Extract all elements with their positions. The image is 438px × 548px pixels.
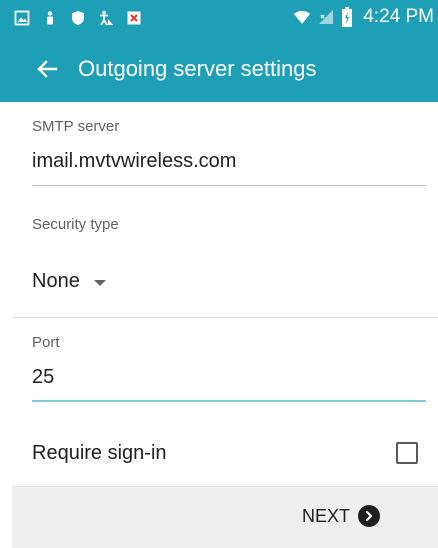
app-bar: Outgoing server settings xyxy=(0,36,438,102)
smtp-server-input[interactable]: imail.mvtvwireless.com xyxy=(32,150,236,173)
require-signin-checkbox[interactable] xyxy=(396,442,418,464)
person-icon xyxy=(42,10,58,26)
back-button[interactable] xyxy=(30,52,64,86)
accessibility-icon xyxy=(98,10,114,26)
next-label: NEXT xyxy=(302,505,351,526)
port-input[interactable]: 25 xyxy=(32,366,54,389)
next-button[interactable]: NEXT xyxy=(302,499,381,533)
gallery-icon xyxy=(14,10,30,26)
arrow-left-icon xyxy=(36,58,58,80)
system-icons: 4:24 PM xyxy=(293,4,434,30)
section-divider xyxy=(12,317,438,318)
port-label: Port xyxy=(32,334,60,351)
battery-charging-icon xyxy=(341,7,353,27)
status-bar: 4:24 PM xyxy=(0,0,438,36)
security-type-dropdown[interactable]: None xyxy=(32,270,106,293)
dropdown-arrow-icon xyxy=(93,280,106,286)
smtp-server-underline xyxy=(32,185,426,186)
status-time: 4:24 PM xyxy=(363,6,434,27)
shield-icon xyxy=(70,10,86,26)
wifi-icon xyxy=(293,8,311,26)
smtp-server-label: SMTP server xyxy=(32,118,120,135)
notification-icons xyxy=(14,7,142,29)
signal-icon xyxy=(317,8,335,26)
require-signin-label: Require sign-in xyxy=(32,441,167,464)
security-type-value: None xyxy=(32,270,80,292)
bottom-bar: NEXT xyxy=(12,487,438,548)
chevron-right-circle-icon xyxy=(358,505,381,527)
require-signin-row[interactable]: Require sign-in xyxy=(32,436,418,470)
close-box-icon xyxy=(126,10,142,26)
security-type-label: Security type xyxy=(32,216,119,233)
port-underline xyxy=(32,400,426,402)
page-title: Outgoing server settings xyxy=(78,56,317,81)
